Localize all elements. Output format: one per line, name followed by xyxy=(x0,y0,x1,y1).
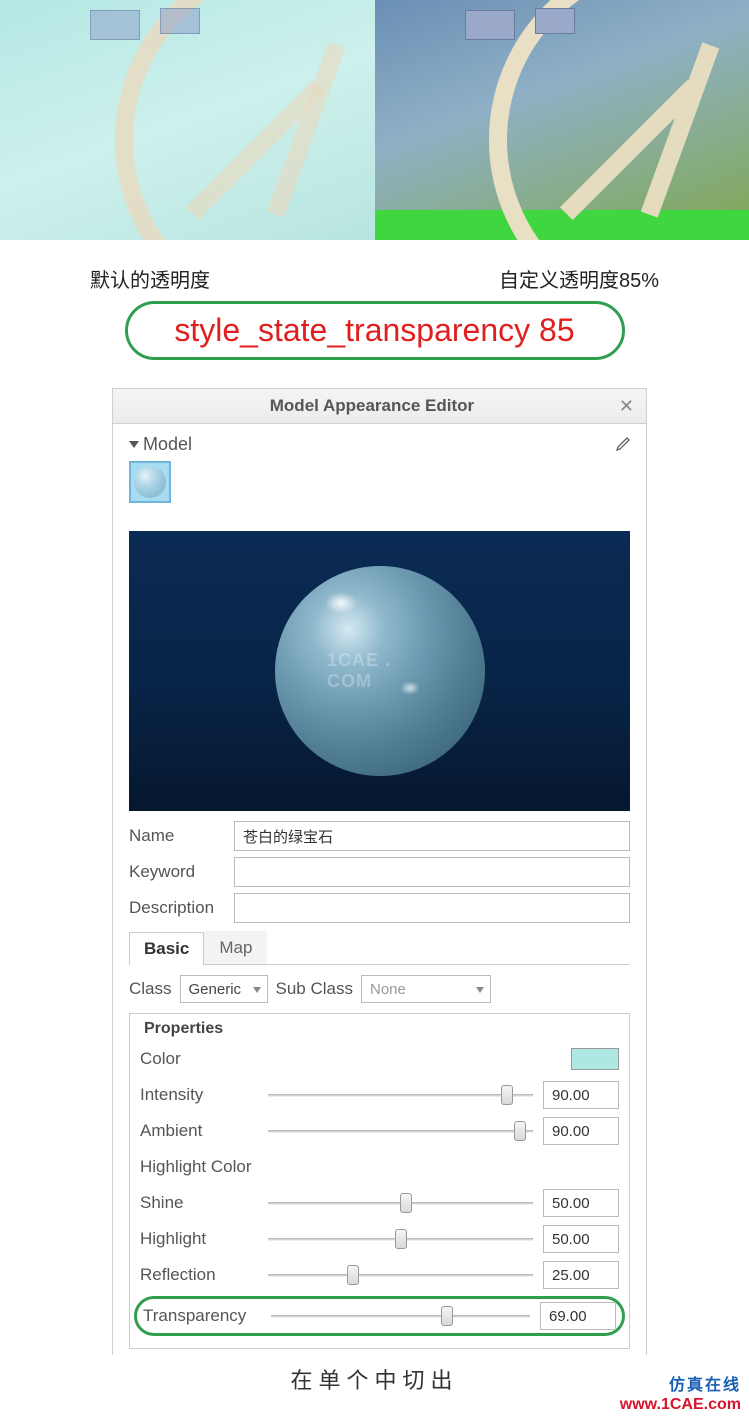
highlight-slider[interactable] xyxy=(268,1229,533,1249)
transparency-label: Transparency xyxy=(143,1306,271,1326)
default-transparency-image xyxy=(0,0,375,240)
model-label: Model xyxy=(143,434,614,455)
watermark-text: 1CAE . COM xyxy=(327,650,432,692)
reflection-value[interactable] xyxy=(543,1261,619,1289)
properties-fieldset: Properties Color Intensity Ambient Highl… xyxy=(129,1013,630,1349)
highlight-value[interactable] xyxy=(543,1225,619,1253)
editor-titlebar: Model Appearance Editor ✕ xyxy=(112,388,647,424)
transparency-highlight: Transparency xyxy=(134,1296,625,1336)
editor-title: Model Appearance Editor xyxy=(125,396,619,416)
class-label: Class xyxy=(129,979,172,999)
tabs: Basic Map xyxy=(129,931,630,965)
comparison-images xyxy=(0,0,749,240)
ambient-label: Ambient xyxy=(140,1121,268,1141)
footer-url: www.1CAE.com xyxy=(620,1395,741,1414)
class-select[interactable]: Generic xyxy=(180,975,268,1003)
custom-transparency-image xyxy=(375,0,749,240)
intensity-label: Intensity xyxy=(140,1085,268,1105)
subclass-label: Sub Class xyxy=(276,979,353,999)
eyedropper-icon[interactable] xyxy=(614,437,630,453)
captions-row: 默认的透明度 自定义透明度85% xyxy=(0,264,749,293)
shine-label: Shine xyxy=(140,1193,268,1213)
name-label: Name xyxy=(129,826,234,846)
close-icon[interactable]: ✕ xyxy=(619,396,634,417)
config-code-text: style_state_transparency 85 xyxy=(174,312,574,348)
description-field[interactable] xyxy=(234,893,630,923)
config-code-badge: style_state_transparency 85 xyxy=(125,301,625,360)
transparency-slider[interactable] xyxy=(271,1306,530,1326)
preview-sphere: 1CAE . COM xyxy=(275,566,485,776)
keyword-label: Keyword xyxy=(129,862,234,882)
transparency-value[interactable] xyxy=(540,1302,616,1330)
keyword-field[interactable] xyxy=(234,857,630,887)
material-preview: 1CAE . COM xyxy=(129,531,630,811)
tab-basic[interactable]: Basic xyxy=(129,932,204,965)
collapse-triangle-icon xyxy=(129,441,139,448)
shine-value[interactable] xyxy=(543,1189,619,1217)
model-appearance-editor: Model Appearance Editor ✕ Model 1CAE . C… xyxy=(112,388,647,1355)
subclass-select[interactable]: None xyxy=(361,975,491,1003)
material-swatch[interactable] xyxy=(129,461,171,503)
highlight-color-label: Highlight Color xyxy=(140,1157,252,1177)
intensity-slider[interactable] xyxy=(268,1085,533,1105)
model-section-header[interactable]: Model xyxy=(129,434,630,455)
footer-watermark: 仿真在线 www.1CAE.com xyxy=(620,1376,741,1414)
color-label: Color xyxy=(140,1049,268,1069)
reflection-label: Reflection xyxy=(140,1265,268,1285)
shine-slider[interactable] xyxy=(268,1193,533,1213)
caption-left: 默认的透明度 xyxy=(90,264,499,293)
swatch-sphere-icon xyxy=(134,466,166,498)
ambient-slider[interactable] xyxy=(268,1121,533,1141)
tab-map[interactable]: Map xyxy=(204,931,267,964)
caption-right: 自定义透明度85% xyxy=(499,264,659,293)
name-field[interactable] xyxy=(234,821,630,851)
description-label: Description xyxy=(129,898,234,918)
highlight-label: Highlight xyxy=(140,1229,268,1249)
intensity-value[interactable] xyxy=(543,1081,619,1109)
reflection-slider[interactable] xyxy=(268,1265,533,1285)
properties-legend: Properties xyxy=(144,1020,619,1038)
color-chip[interactable] xyxy=(571,1048,619,1070)
footer-cn: 仿真在线 xyxy=(620,1376,741,1395)
ambient-value[interactable] xyxy=(543,1117,619,1145)
